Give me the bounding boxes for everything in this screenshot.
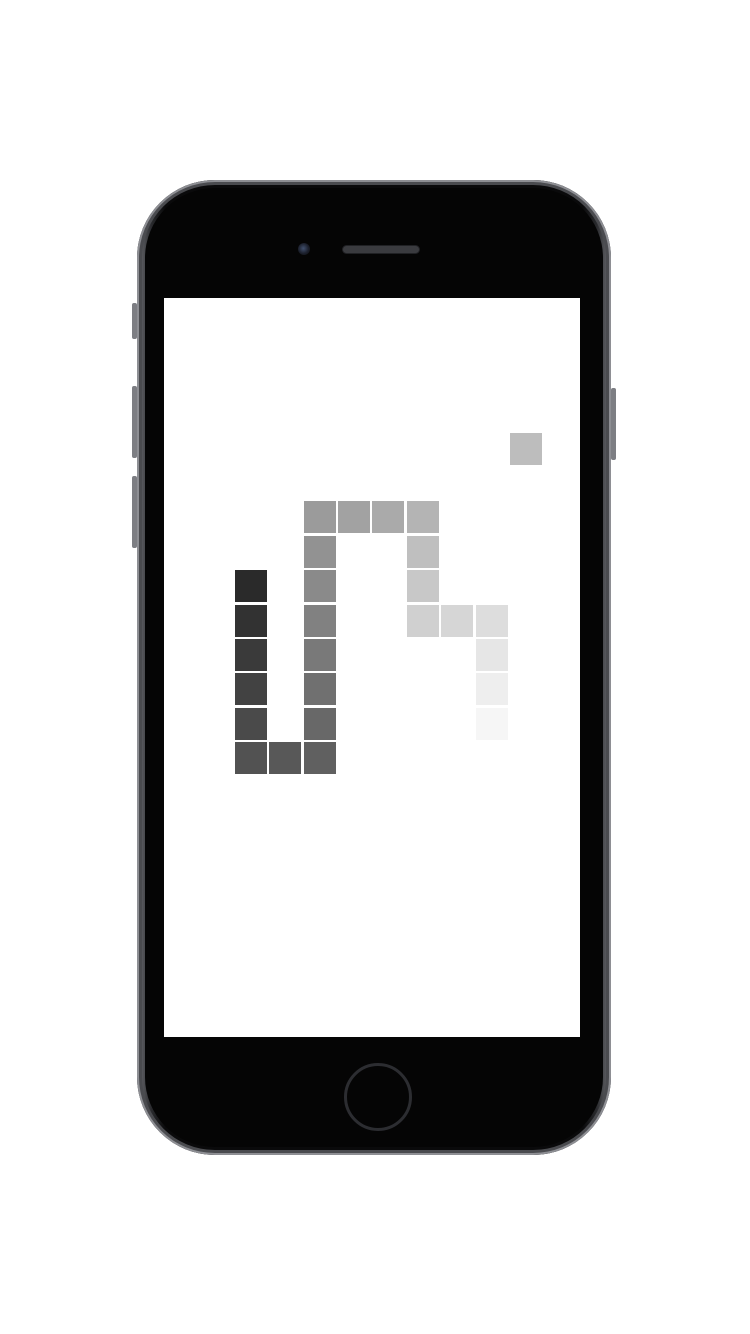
earpiece-speaker (343, 246, 419, 253)
snake-segment (235, 708, 267, 740)
game-screen[interactable] (164, 298, 580, 1037)
food-pellet (510, 433, 542, 465)
snake-segment (304, 742, 336, 774)
snake-tail-segment (476, 708, 508, 740)
snake-segment (304, 570, 336, 602)
snake-segment (235, 639, 267, 671)
mute-switch (132, 303, 137, 339)
snake-segment (269, 742, 301, 774)
snake-segment (407, 536, 439, 568)
snake-segment (372, 501, 404, 533)
snake-segment (407, 570, 439, 602)
snake-segment (338, 501, 370, 533)
snake-segment (304, 708, 336, 740)
snake-segment (235, 673, 267, 705)
snake-segment (476, 639, 508, 671)
snake-head-segment (235, 570, 267, 602)
volume-up-button (132, 386, 137, 458)
snake-segment (304, 639, 336, 671)
snake-segment (304, 605, 336, 637)
power-button (611, 388, 616, 460)
snake-segment (407, 605, 439, 637)
snake-segment (304, 536, 336, 568)
home-button[interactable] (344, 1063, 412, 1131)
snake-segment (441, 605, 473, 637)
snake-segment (476, 673, 508, 705)
snake-segment (235, 742, 267, 774)
front-camera-icon (298, 243, 310, 255)
volume-down-button (132, 476, 137, 548)
snake-segment (407, 501, 439, 533)
snake-segment (304, 673, 336, 705)
snake-segment (235, 605, 267, 637)
snake-segment (304, 501, 336, 533)
snake-segment (476, 605, 508, 637)
game-board[interactable] (164, 298, 580, 1037)
